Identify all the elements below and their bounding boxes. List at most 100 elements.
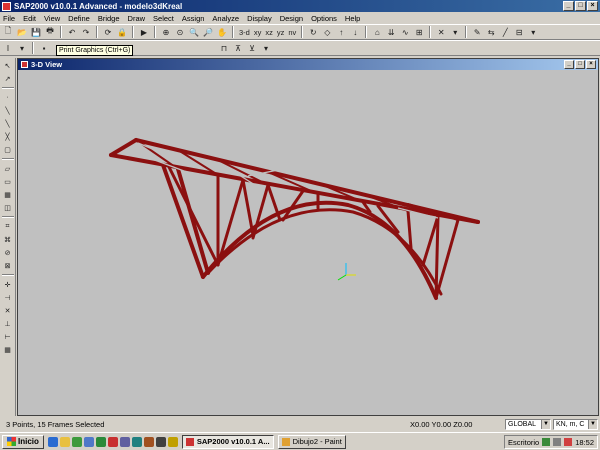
snap-perpendicular-icon[interactable]: ⊥ — [2, 318, 13, 329]
antivirus-icon[interactable] — [564, 438, 573, 446]
view-xy-button[interactable]: xy — [253, 26, 263, 38]
pointer-icon[interactable]: ↖ — [2, 60, 13, 71]
show-forces-icon[interactable]: ⊞ — [413, 26, 425, 38]
snap-lines-icon[interactable]: ⊢ — [2, 331, 13, 342]
desktop-toolbar-label[interactable]: Escritorio — [508, 438, 539, 447]
menu-display[interactable]: Display — [247, 14, 272, 23]
volume-icon[interactable] — [553, 438, 562, 446]
select-intersecting-icon[interactable]: ⊠ — [2, 260, 13, 271]
reshape-icon[interactable]: ↗ — [2, 73, 13, 84]
pan-icon[interactable]: ✋ — [216, 26, 228, 38]
zoom-window-icon[interactable]: ⊕ — [160, 26, 172, 38]
save-icon[interactable]: 💾 — [30, 26, 42, 38]
up-one-gridline-icon[interactable]: ↑ — [335, 26, 347, 38]
view-yz-button[interactable]: yz — [276, 26, 286, 38]
draw-point-icon[interactable]: · — [2, 92, 13, 103]
down-one-gridline-icon[interactable]: ↓ — [349, 26, 361, 38]
undo-icon[interactable]: ↶ — [66, 26, 78, 38]
internet-explorer-icon[interactable] — [47, 436, 58, 447]
snap-intersection-icon[interactable]: ✕ — [2, 305, 13, 316]
view-3d-button[interactable]: 3-d — [238, 26, 251, 38]
edit-tools-icon[interactable]: ✎ — [471, 26, 483, 38]
app-icon[interactable] — [143, 436, 154, 447]
draw-poly-area-icon[interactable]: ▱ — [2, 163, 13, 174]
frame-loads-icon[interactable]: ⊻ — [246, 42, 258, 54]
run-analysis-icon[interactable]: ▶ — [138, 26, 150, 38]
menu-select[interactable]: Select — [153, 14, 174, 23]
rotate-3d-icon[interactable]: ↻ — [307, 26, 319, 38]
select-previous-icon[interactable]: ⌘ — [2, 234, 13, 245]
view-nv-button[interactable]: nv — [287, 26, 297, 38]
app-icon[interactable] — [167, 436, 178, 447]
redo-icon[interactable]: ↷ — [80, 26, 92, 38]
menu-design[interactable]: Design — [280, 14, 303, 23]
dropdown-arrow-icon[interactable]: ▾ — [449, 26, 461, 38]
draw-rect-area-icon[interactable]: ▭ — [2, 176, 13, 187]
display-options-icon[interactable]: ✕ — [435, 26, 447, 38]
3d-viewport[interactable] — [18, 70, 598, 415]
new-model-icon[interactable]: 🗋 — [2, 26, 14, 38]
start-button[interactable]: Inicio — [2, 434, 44, 449]
view-close-button[interactable]: × — [586, 60, 596, 69]
frame-release-icon[interactable]: ⊓ — [218, 42, 230, 54]
menu-assign[interactable]: Assign — [182, 14, 205, 23]
coord-system-select[interactable]: GLOBAL ▼ — [505, 419, 551, 430]
quick-draw-area-icon[interactable]: ▦ — [2, 189, 13, 200]
snap-ends-icon[interactable]: ⊣ — [2, 292, 13, 303]
app-icon[interactable] — [119, 436, 130, 447]
gray-box-icon[interactable]: ▪ — [38, 42, 50, 54]
menu-edit[interactable]: Edit — [23, 14, 36, 23]
3d-view-title-bar[interactable]: 3-D View _ □ × — [18, 59, 598, 70]
network-icon[interactable] — [542, 438, 551, 446]
view-minimize-button[interactable]: _ — [564, 60, 574, 69]
zoom-restore-icon[interactable]: ⊙ — [174, 26, 186, 38]
minimize-button[interactable]: _ — [563, 1, 574, 11]
draw-line-icon[interactable]: ╲ — [2, 105, 13, 116]
refresh-icon[interactable]: ⟳ — [102, 26, 114, 38]
draw-frame-icon[interactable]: ╱ — [499, 26, 511, 38]
zoom-in-icon[interactable]: 🔍 — [188, 26, 200, 38]
dropdown-arrow-icon[interactable]: ▾ — [527, 26, 539, 38]
sap2000-app-icon[interactable] — [2, 1, 11, 11]
open-icon[interactable]: 📂 — [16, 26, 28, 38]
show-undeformed-icon[interactable]: ⌂ — [371, 26, 383, 38]
text-tool-icon[interactable]: I — [2, 42, 14, 54]
design-icon[interactable]: ⊟ — [513, 26, 525, 38]
lock-icon[interactable]: 🔒 — [116, 26, 128, 38]
draw-solid-icon[interactable]: ◫ — [2, 202, 13, 213]
chevron-down-icon[interactable]: ▼ — [541, 420, 550, 429]
folder-icon[interactable] — [59, 436, 70, 447]
draw-frame-icon[interactable]: ╲ — [2, 118, 13, 129]
show-deformed-icon[interactable]: ∿ — [399, 26, 411, 38]
dropdown-arrow-icon[interactable]: ▾ — [260, 42, 272, 54]
menu-draw[interactable]: Draw — [128, 14, 146, 23]
show-loads-icon[interactable]: ⇊ — [385, 26, 397, 38]
taskbar-item-paint[interactable]: Dibujo2 - Paint — [277, 434, 346, 449]
word-icon[interactable] — [83, 436, 94, 447]
select-all-icon[interactable]: ⌗ — [2, 221, 13, 232]
clock[interactable]: 18:52 — [575, 438, 594, 447]
clear-selection-icon[interactable]: ⊘ — [2, 247, 13, 258]
view-xz-button[interactable]: xz — [264, 26, 274, 38]
excel-icon[interactable] — [95, 436, 106, 447]
desktop-icon[interactable] — [71, 436, 82, 447]
dropdown-arrow-icon[interactable]: ▾ — [16, 42, 28, 54]
snap-points-icon[interactable]: ✛ — [2, 279, 13, 290]
app-title-bar[interactable]: SAP2000 v10.0.1 Advanced - modelo3dKreal… — [0, 0, 600, 12]
snap-fine-grid-icon[interactable]: ▦ — [2, 344, 13, 355]
3d-view-window[interactable]: 3-D View _ □ × — [17, 58, 599, 416]
zoom-out-icon[interactable]: 🔎 — [202, 26, 214, 38]
app-icon[interactable] — [155, 436, 166, 447]
frame-section-icon[interactable]: ⊼ — [232, 42, 244, 54]
menu-file[interactable]: File — [3, 14, 15, 23]
units-select[interactable]: KN, m, C ▼ — [553, 419, 598, 430]
print-icon[interactable]: 🖶 — [44, 26, 56, 38]
menu-help[interactable]: Help — [345, 14, 360, 23]
menu-analyze[interactable]: Analyze — [212, 14, 239, 23]
menu-define[interactable]: Define — [68, 14, 90, 23]
acrobat-icon[interactable] — [107, 436, 118, 447]
close-button[interactable]: × — [587, 1, 598, 11]
menu-options[interactable]: Options — [311, 14, 337, 23]
app-icon[interactable] — [131, 436, 142, 447]
view-maximize-button[interactable]: □ — [575, 60, 585, 69]
